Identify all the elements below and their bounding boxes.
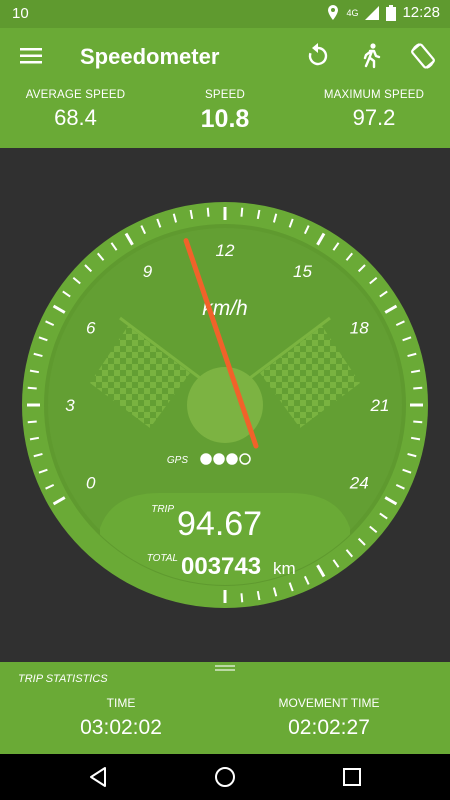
speedometer-gauge: 036912151821242730 km/h GPS TRIP 94.67 T…	[22, 202, 428, 608]
gauge-tick	[27, 420, 37, 424]
gps-signal-dot	[200, 453, 212, 465]
recents-icon[interactable]	[340, 765, 364, 789]
average-speed-stat: AVERAGE SPEED 68.4	[18, 89, 133, 131]
system-nav-bar	[0, 754, 450, 800]
gauge-scale-label: 9	[143, 262, 153, 281]
average-speed-value: 68.4	[54, 105, 97, 130]
gauge-tick	[413, 420, 423, 424]
trip-statistics-panel[interactable]: TRIP STATISTICS TIME 03:02:02 MOVEMENT T…	[0, 662, 450, 754]
movement-time-value: 02:02:27	[288, 716, 370, 739]
distance-unit: km	[273, 559, 296, 578]
gauge-scale-label: 0	[86, 474, 96, 493]
current-speed-stat: SPEED 10.8	[175, 89, 275, 134]
back-icon[interactable]	[86, 765, 110, 789]
average-speed-label: AVERAGE SPEED	[25, 89, 126, 101]
gps-signal-dot	[213, 453, 225, 465]
menu-icon[interactable]	[18, 42, 46, 70]
movement-time-label: MOVEMENT TIME	[278, 696, 380, 710]
gauge-scale-label: 3	[65, 396, 75, 415]
gauge-scale-label: 18	[350, 319, 369, 338]
home-icon[interactable]	[213, 765, 237, 789]
gauge-scale-label: 24	[349, 474, 369, 493]
status-time: 12:28	[402, 4, 440, 21]
page-title: Speedometer	[80, 44, 220, 69]
network-type: 4G	[346, 7, 359, 18]
maximum-speed-stat: MAXIMUM SPEED 97.2	[318, 89, 430, 131]
app-toolbar: Speedometer	[0, 28, 450, 85]
trip-label: TRIP	[151, 504, 174, 515]
movement-time-stat: MOVEMENT TIME 02:02:27	[229, 696, 429, 740]
gps-signal-dot	[226, 453, 238, 465]
gps-label: GPS	[167, 455, 188, 466]
status-left-text: 10	[12, 5, 29, 22]
total-label: TOTAL	[147, 553, 178, 564]
time-value: 03:02:02	[80, 716, 162, 739]
rotate-icon[interactable]	[409, 42, 437, 70]
gauge-tick	[240, 593, 244, 603]
gauge-tick	[27, 386, 37, 390]
location-icon	[328, 4, 339, 20]
walk-mode-icon[interactable]	[357, 42, 385, 70]
current-speed-value: 10.8	[200, 105, 250, 133]
current-speed-label: SPEED	[205, 89, 245, 101]
gauge-scale-label: 21	[370, 396, 390, 415]
signal-icon	[365, 5, 380, 20]
trip-distance-value: 94.67	[177, 505, 262, 543]
gauge-tick	[240, 207, 244, 217]
battery-icon	[386, 4, 397, 21]
time-stat: TIME 03:02:02	[21, 696, 221, 740]
gauge-scale-label: 12	[216, 241, 235, 260]
gauge-scale-label: 6	[86, 319, 96, 338]
reset-icon[interactable]	[304, 42, 332, 70]
total-distance-value: 003743	[181, 553, 261, 580]
trip-statistics-header: TRIP STATISTICS	[18, 673, 108, 685]
time-label: TIME	[106, 696, 136, 710]
maximum-speed-value: 97.2	[352, 105, 396, 130]
gauge-scale-label: 15	[293, 262, 312, 281]
status-bar: 10 4G 12:28	[0, 0, 450, 28]
drag-handle[interactable]	[215, 665, 235, 671]
speed-summary-bar: AVERAGE SPEED 68.4 SPEED 10.8 MAXIMUM SP…	[0, 85, 450, 148]
maximum-speed-label: MAXIMUM SPEED	[323, 89, 425, 101]
gauge-tick	[206, 207, 210, 217]
gauge-tick	[413, 386, 423, 390]
